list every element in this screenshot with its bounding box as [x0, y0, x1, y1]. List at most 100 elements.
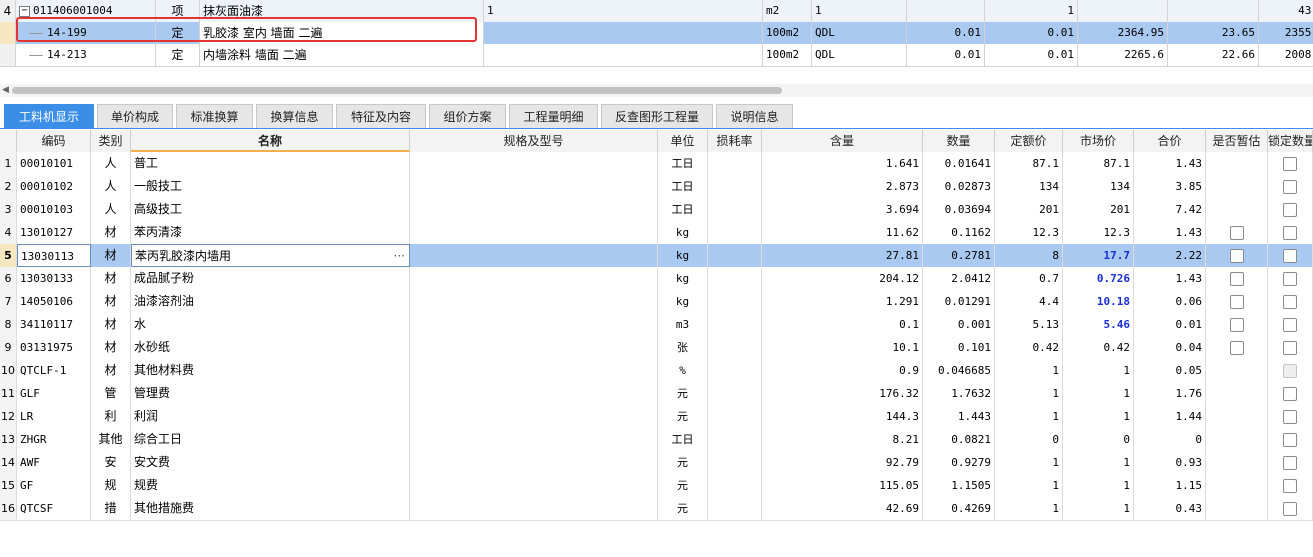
- cell-unit[interactable]: kg: [658, 267, 708, 290]
- cell-spec[interactable]: [410, 451, 658, 474]
- table-row-selected[interactable]: 5 13030113 材苯丙乳胶漆内墙用 ··· kg 27.81 0.2781 8 17.7 2…: [0, 244, 1313, 268]
- cell-base-price[interactable]: 134: [995, 175, 1063, 198]
- checkbox[interactable]: [1283, 294, 1297, 309]
- cell-spec[interactable]: [410, 497, 658, 520]
- cell-content[interactable]: 204.12: [762, 267, 923, 290]
- cell-content[interactable]: 42.69: [762, 497, 923, 520]
- cell-name[interactable]: 苯丙清漆: [131, 221, 410, 244]
- cell-spec[interactable]: [410, 359, 658, 382]
- checkbox[interactable]: [1283, 225, 1297, 240]
- cell-name[interactable]: 水: [131, 313, 410, 336]
- cell-base-price[interactable]: 0.7: [995, 267, 1063, 290]
- cell-market-price[interactable]: 0.42: [1063, 336, 1134, 359]
- cell-category[interactable]: 措: [91, 497, 131, 520]
- cell-name[interactable]: 成品腻子粉: [131, 267, 410, 290]
- cell-base-price[interactable]: 1: [995, 405, 1063, 428]
- cell-name[interactable]: 油漆溶剂油: [131, 290, 410, 313]
- cell-base-price[interactable]: 12.3: [995, 221, 1063, 244]
- cell-quantity[interactable]: 0.0821: [923, 428, 995, 451]
- cell-spec[interactable]: [410, 244, 658, 267]
- horizontal-scrollbar[interactable]: ◀: [0, 84, 1313, 97]
- cell-category[interactable]: 材: [91, 244, 131, 267]
- cell-code[interactable]: LR: [17, 405, 91, 428]
- cell-category[interactable]: 管: [91, 382, 131, 405]
- cell-content[interactable]: 27.81: [762, 244, 923, 267]
- cell-market-price[interactable]: 87.1: [1063, 152, 1134, 175]
- cell-content[interactable]: 1.291: [762, 290, 923, 313]
- cell-quantity[interactable]: 0.046685: [923, 359, 995, 382]
- cell-base-price[interactable]: 8: [995, 244, 1063, 267]
- cell-loss-rate[interactable]: [708, 359, 762, 382]
- cell-base-price[interactable]: 5.13: [995, 313, 1063, 336]
- cell-quantity[interactable]: 1.1505: [923, 474, 995, 497]
- checkbox[interactable]: [1283, 501, 1297, 516]
- table-row[interactable]: 16 QTCSF 措其他措施费元 42.69 0.4269 1 1 0.43: [0, 497, 1313, 521]
- cell-code[interactable]: 13010127: [17, 221, 91, 244]
- cell-base-price[interactable]: 4.4: [995, 290, 1063, 313]
- cell-loss-rate[interactable]: [708, 428, 762, 451]
- cell-unit[interactable]: kg: [658, 221, 708, 244]
- tab-conversion-info[interactable]: 换算信息: [256, 104, 333, 128]
- checkbox[interactable]: [1283, 317, 1297, 332]
- tab-graphic-quantity[interactable]: 反查图形工程量: [601, 104, 713, 128]
- cell-total[interactable]: 1.43: [1134, 267, 1206, 290]
- checkbox[interactable]: [1283, 386, 1297, 401]
- collapse-icon[interactable]: −: [19, 5, 30, 17]
- cell-name[interactable]: 普工: [131, 152, 410, 175]
- cell-base-price[interactable]: 201: [995, 198, 1063, 221]
- cell-name[interactable]: 安文费: [131, 451, 410, 474]
- cell-unit[interactable]: 工日: [658, 428, 708, 451]
- table-row[interactable]: 9 03131975 材水砂纸张 10.1 0.101 0.42 0.42 0.04: [0, 336, 1313, 360]
- cell-loss-rate[interactable]: [708, 244, 762, 267]
- cell-name[interactable]: 管理费: [131, 382, 410, 405]
- cell-content[interactable]: 11.62: [762, 221, 923, 244]
- cell-content[interactable]: 10.1: [762, 336, 923, 359]
- table-row[interactable]: 7 14050106 材油漆溶剂油 kg 1.291 0.01291 4.4 10.18 0.0…: [0, 290, 1313, 314]
- cell-loss-rate[interactable]: [708, 497, 762, 520]
- cell-total[interactable]: 0.93: [1134, 451, 1206, 474]
- cell-total[interactable]: 2.22: [1134, 244, 1206, 267]
- tab-pricing-plan[interactable]: 组价方案: [429, 104, 506, 128]
- cell-unit[interactable]: 工日: [658, 175, 708, 198]
- cell-market-price[interactable]: 1: [1063, 405, 1134, 428]
- cell-base-price[interactable]: 0.42: [995, 336, 1063, 359]
- checkbox[interactable]: [1283, 409, 1297, 424]
- cell-market-price[interactable]: 0: [1063, 428, 1134, 451]
- cell-category[interactable]: 材: [91, 313, 131, 336]
- cell-loss-rate[interactable]: [708, 290, 762, 313]
- cell-total[interactable]: 1.15: [1134, 474, 1206, 497]
- checkbox[interactable]: [1229, 317, 1244, 332]
- cell-total[interactable]: 0: [1134, 428, 1206, 451]
- cell-quantity[interactable]: 0.9279: [923, 451, 995, 474]
- cell-unit[interactable]: kg: [658, 244, 708, 267]
- cell-code[interactable]: 00010101: [17, 152, 91, 175]
- cell-code[interactable]: 00010102: [17, 175, 91, 198]
- header-lock-quantity[interactable]: 锁定数量: [1268, 130, 1313, 152]
- cell-quantity[interactable]: 1.7632: [923, 382, 995, 405]
- cell-category[interactable]: 人: [91, 152, 131, 175]
- cell-content[interactable]: 2.873: [762, 175, 923, 198]
- cell-market-price[interactable]: 1: [1063, 382, 1134, 405]
- header-market-price[interactable]: 市场价: [1063, 130, 1134, 152]
- cell-quantity[interactable]: 0.2781: [923, 244, 995, 267]
- cell-spec[interactable]: [410, 290, 658, 313]
- cell-content[interactable]: 8.21: [762, 428, 923, 451]
- cell-category[interactable]: 人: [91, 198, 131, 221]
- cell-name[interactable]: 水砂纸: [131, 336, 410, 359]
- cell-code[interactable]: QTCLF-1: [17, 359, 91, 382]
- cell-category[interactable]: 利: [91, 405, 131, 428]
- cell-total[interactable]: 0.04: [1134, 336, 1206, 359]
- cell-loss-rate[interactable]: [708, 267, 762, 290]
- cell-spec[interactable]: [410, 175, 658, 198]
- cell-unit[interactable]: 工日: [658, 198, 708, 221]
- tab-unit-price[interactable]: 单价构成: [97, 104, 173, 128]
- checkbox[interactable]: [1229, 225, 1244, 240]
- cell-quantity[interactable]: 1.443: [923, 405, 995, 428]
- cell-quantity[interactable]: 0.4269: [923, 497, 995, 520]
- cell-content[interactable]: 0.9: [762, 359, 923, 382]
- cell-quantity[interactable]: 0.03694: [923, 198, 995, 221]
- checkbox[interactable]: [1283, 432, 1297, 447]
- cell-category[interactable]: 材: [91, 221, 131, 244]
- cell-market-price[interactable]: 1: [1063, 451, 1134, 474]
- cell-quantity[interactable]: 0.01291: [923, 290, 995, 313]
